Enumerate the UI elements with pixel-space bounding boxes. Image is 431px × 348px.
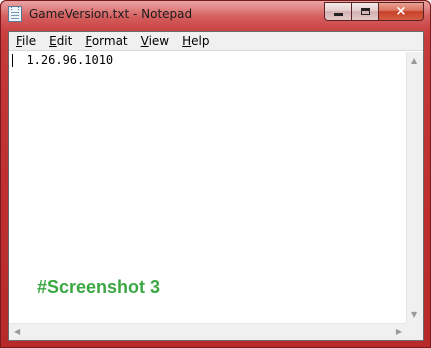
editor-text: 1.26.96.1010 bbox=[12, 53, 114, 67]
menu-view[interactable]: View bbox=[134, 32, 175, 50]
menu-edit[interactable]: Edit bbox=[42, 32, 78, 50]
scroll-down-icon[interactable]: ▼ bbox=[411, 311, 417, 319]
vertical-scrollbar[interactable]: ▲ ▼ bbox=[406, 52, 423, 324]
close-button[interactable]: × bbox=[378, 2, 424, 21]
notepad-window: GameVersion.txt - Notepad × File Edit Fo… bbox=[0, 0, 431, 348]
text-editor[interactable]: 1.26.96.1010 #Screenshot 3 bbox=[9, 52, 407, 324]
maximize-button[interactable] bbox=[351, 2, 378, 21]
notepad-client: File Edit Format View Help 1.26.96.1010 … bbox=[8, 31, 424, 341]
minimize-icon bbox=[333, 13, 343, 16]
notepad-icon[interactable] bbox=[8, 6, 22, 22]
horizontal-scrollbar[interactable]: ◀ ▶ bbox=[9, 323, 407, 340]
caption-buttons: × bbox=[324, 2, 424, 21]
menu-bar: File Edit Format View Help bbox=[9, 32, 423, 51]
maximize-icon bbox=[360, 8, 370, 15]
scroll-up-icon[interactable]: ▲ bbox=[411, 57, 417, 65]
menu-file[interactable]: File bbox=[9, 32, 42, 50]
screenshot-label: #Screenshot 3 bbox=[37, 277, 161, 297]
menu-format[interactable]: Format bbox=[78, 32, 133, 50]
scrollbar-corner bbox=[406, 323, 423, 340]
menu-help[interactable]: Help bbox=[175, 32, 215, 50]
title-bar[interactable]: GameVersion.txt - Notepad × bbox=[1, 1, 430, 29]
close-icon: × bbox=[395, 4, 407, 19]
scroll-right-icon[interactable]: ▶ bbox=[396, 328, 402, 336]
window-title: GameVersion.txt - Notepad bbox=[29, 7, 193, 21]
scroll-left-icon[interactable]: ◀ bbox=[14, 328, 20, 336]
minimize-button[interactable] bbox=[324, 2, 351, 21]
